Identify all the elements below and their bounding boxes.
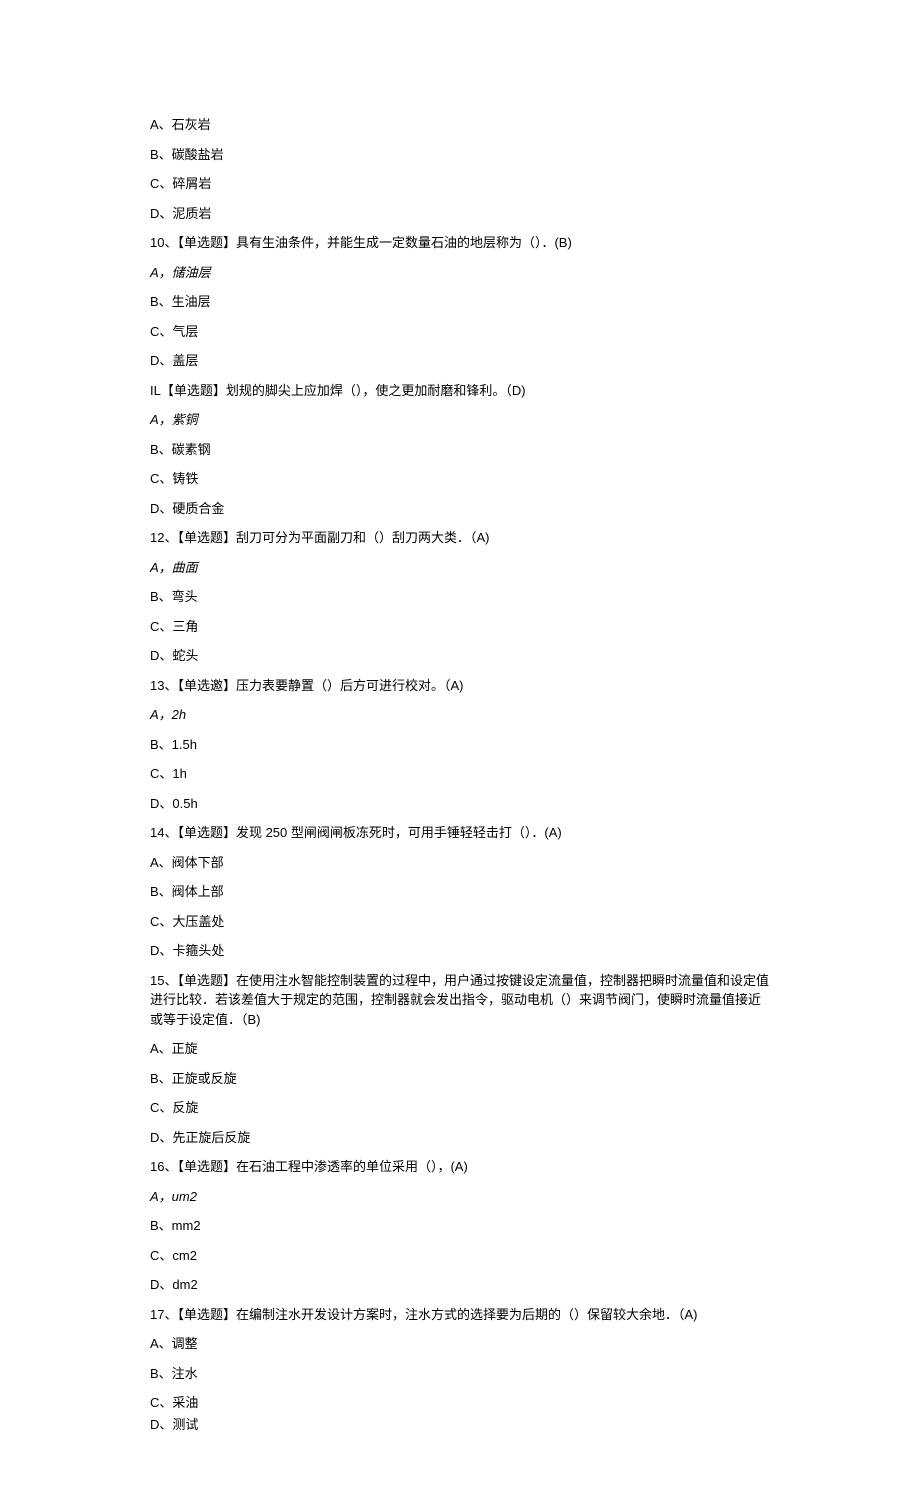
text-line: D、泥质岩 [150,204,770,224]
text-line: A，紫铜 [150,410,770,430]
text-line: 17、【单选题】在编制注水开发设计方案时，注水方式的选择要为后期的（）保留较大余… [150,1305,770,1325]
text-line: C、1h [150,764,770,784]
text-line: IL【单选题】划规的脚尖上应加焊（），使之更加耐磨和锋利。（D) [150,381,770,401]
text-line: 15、【单选题】在使用注水智能控制装置的过程中，用户通过按键设定流量值，控制器把… [150,971,770,1030]
text-line: D、测试 [150,1415,770,1435]
text-line: A，2h [150,705,770,725]
text-line: B、碳酸盐岩 [150,145,770,165]
text-line: D、卡箍头处 [150,941,770,961]
text-line: 16、【单选题】在石油工程中渗透率的单位采用（），(A) [150,1157,770,1177]
text-line: 13、【单选邀】压力表要静置（）后方可进行校对。（A) [150,676,770,696]
text-line: B、注水 [150,1364,770,1384]
text-line: C、三角 [150,617,770,637]
text-line: D、盖层 [150,351,770,371]
text-line: A、正旋 [150,1039,770,1059]
text-line: 12、【单选题】刮刀可分为平面副刀和（）刮刀两大类．（A) [150,528,770,548]
text-line: A、石灰岩 [150,115,770,135]
lines-container: A、石灰岩 B、碳酸盐岩 C、碎屑岩 D、泥质岩 10、【单选题】具有生油条件，并能生成… [150,115,770,1434]
text-line: D、0.5h [150,794,770,814]
text-line: C、反旋 [150,1098,770,1118]
text-line: B、正旋或反旋 [150,1069,770,1089]
text-line: C、碎屑岩 [150,174,770,194]
text-line: B、mm2 [150,1216,770,1236]
text-line: B、1.5h [150,735,770,755]
text-line: C、cm2 [150,1246,770,1266]
text-line: A、阀体下部 [150,853,770,873]
document-page: A、石灰岩 B、碳酸盐岩 C、碎屑岩 D、泥质岩 10、【单选题】具有生油条件，并能生成… [0,0,920,1496]
text-line: 14、【单选题】发现 250 型闸阀闸板冻死时，可用手锤轻轻击打（）．(A) [150,823,770,843]
text-line: D、dm2 [150,1275,770,1295]
text-line: C、气层 [150,322,770,342]
text-line: A、调整 [150,1334,770,1354]
text-line: A，储油层 [150,263,770,283]
text-line: B、碳素钢 [150,440,770,460]
text-line: 10、【单选题】具有生油条件，并能生成一定数量石油的地层称为（）．(B) [150,233,770,253]
text-line: B、生油层 [150,292,770,312]
text-line: C、采油 [150,1393,770,1413]
text-line: B、弯头 [150,587,770,607]
text-line: C、铸铁 [150,469,770,489]
text-line: C、大压盖处 [150,912,770,932]
text-line: A，曲面 [150,558,770,578]
text-line: D、先正旋后反旋 [150,1128,770,1148]
text-line: D、硬质合金 [150,499,770,519]
text-line: D、蛇头 [150,646,770,666]
text-line: B、阀体上部 [150,882,770,902]
text-line: A，um2 [150,1187,770,1207]
